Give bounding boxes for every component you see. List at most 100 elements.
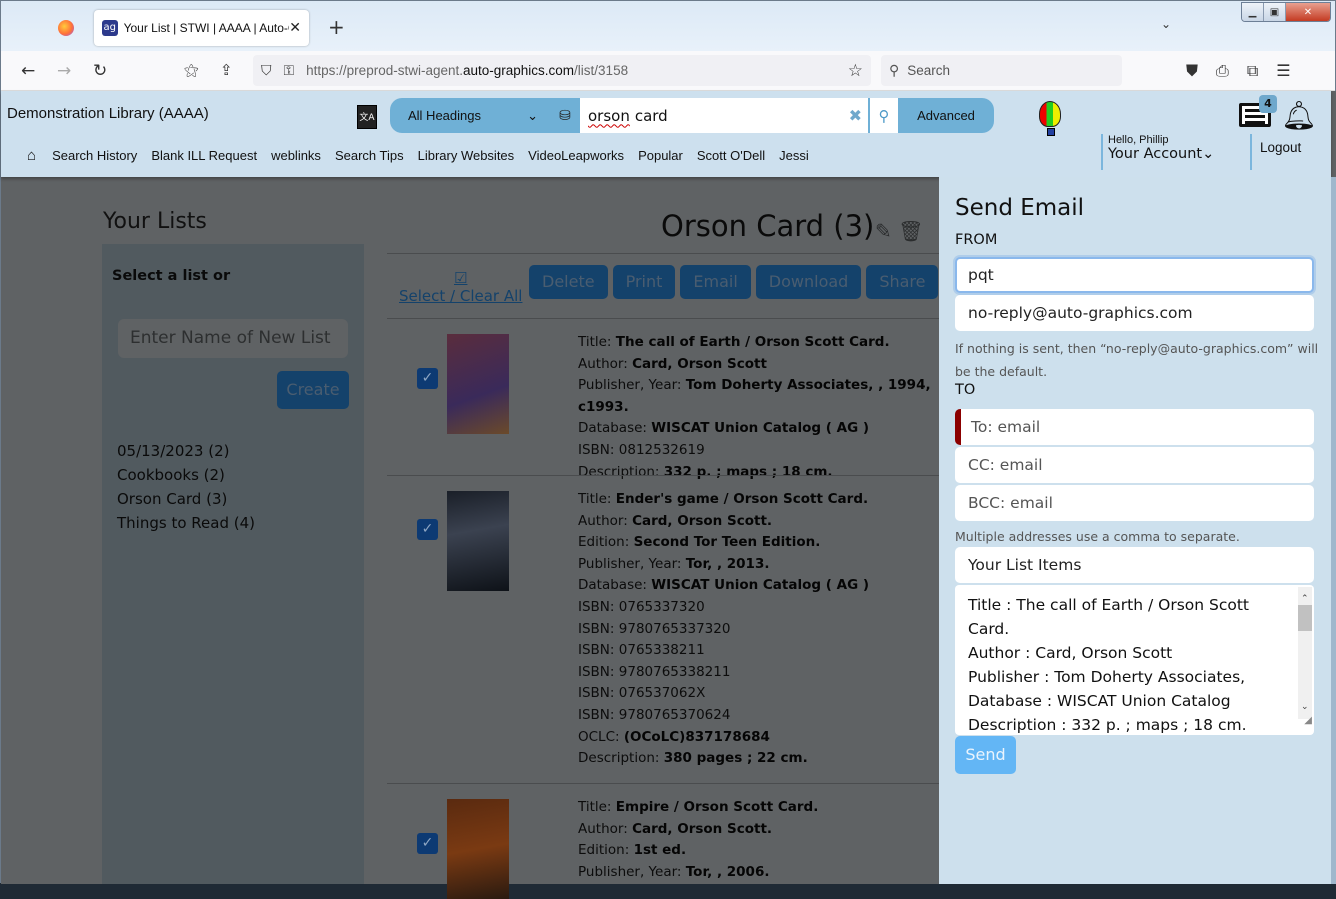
email-panel-title: Send Email	[955, 195, 1085, 221]
nav-link[interactable]: Search Tips	[335, 148, 404, 163]
nav-link[interactable]: Jessi	[779, 148, 809, 163]
extensions-icon[interactable]: ⧉	[1247, 61, 1258, 81]
delete-button[interactable]: Delete	[529, 265, 608, 299]
balloon-logo-icon[interactable]	[1039, 101, 1061, 136]
email-button[interactable]: Email	[680, 265, 751, 299]
cc-email-input[interactable]: CC: email	[955, 447, 1314, 483]
textarea-scrollbar[interactable]: ⌃ ⌄	[1298, 587, 1312, 719]
logout-link[interactable]: Logout	[1250, 134, 1301, 170]
print-button[interactable]: Print	[612, 265, 676, 299]
record-field: Database: WISCAT Union Catalog ( AG )	[578, 420, 870, 437]
new-list-name-input[interactable]: Enter Name of New List	[118, 319, 348, 358]
bell-icon[interactable]: 🔔︎	[1281, 99, 1317, 132]
back-button[interactable]: ←	[21, 61, 35, 81]
record-field: Title: Ender's game / Orson Scott Card.	[578, 491, 869, 507]
subject-input[interactable]: Your List Items	[955, 547, 1314, 583]
account-menu[interactable]: Hello, Phillip Your Account⌄	[1101, 134, 1214, 170]
record-checkbox[interactable]: ✓	[417, 833, 438, 854]
forward-button[interactable]: →	[57, 61, 71, 81]
nav-link[interactable]: Search History	[52, 148, 137, 163]
list-title: Orson Card (3)	[661, 209, 875, 243]
toolbar-icons: ⛊ ⎙ ⧉ ☰	[1186, 61, 1291, 81]
nav-link[interactable]: Popular	[638, 148, 683, 163]
new-tab-button[interactable]: +	[328, 15, 345, 39]
tab-strip: ag Your List | STWI | AAAA | Auto-Graphi…	[1, 1, 1335, 51]
divider	[387, 253, 947, 254]
resize-handle-icon[interactable]: ◢	[1304, 709, 1312, 733]
record-field: Database: WISCAT Union Catalog ( AG )	[578, 577, 870, 594]
share-page-icon[interactable]: ⇪	[220, 61, 233, 79]
star-icon[interactable]: ☆	[848, 61, 863, 81]
record-field: ISBN: 9780765370624	[578, 706, 731, 723]
bcc-email-input[interactable]: BCC: email	[955, 485, 1314, 521]
to-label: TO	[955, 382, 976, 398]
shield-icon[interactable]: ⛉	[261, 63, 272, 79]
trash-icon[interactable]: 🗑︎	[898, 219, 923, 243]
record-field: ISBN: 0765337320	[578, 598, 705, 615]
advanced-search-button[interactable]: Advanced	[898, 108, 994, 123]
url-text[interactable]: https://preprod-stwi-agent.auto-graphics…	[306, 63, 628, 78]
list-item[interactable]: Things to Read (4)	[117, 511, 255, 535]
clear-search-icon[interactable]: ✖	[849, 106, 862, 125]
divider	[387, 783, 947, 784]
close-window-button[interactable]: ✕	[1286, 3, 1330, 21]
database-icon[interactable]: ⛁	[550, 108, 580, 124]
edit-icon[interactable]: ✎	[875, 219, 892, 243]
to-email-input[interactable]: To: email	[955, 409, 1314, 445]
lock-icon[interactable]: ⚿	[284, 63, 295, 79]
maximize-button[interactable]: ▣	[1264, 3, 1286, 21]
list-count-badge: 4	[1259, 95, 1277, 113]
record-checkbox[interactable]: ✓	[417, 368, 438, 389]
book-cover-image[interactable]	[447, 491, 509, 591]
send-button[interactable]: Send	[955, 736, 1016, 774]
list-item[interactable]: 05/13/2023 (2)	[117, 439, 255, 463]
menu-icon[interactable]: ☰	[1276, 61, 1290, 81]
from-name-input[interactable]: pqt	[955, 257, 1314, 293]
share-button[interactable]: Share	[866, 265, 939, 299]
reload-button[interactable]: ↻	[93, 61, 107, 81]
create-list-button[interactable]: Create	[277, 371, 349, 409]
tab-your-list[interactable]: ag Your List | STWI | AAAA | Auto-Graphi…	[94, 10, 309, 46]
book-cover-image[interactable]	[447, 799, 509, 899]
nav-link[interactable]: Scott O'Dell	[697, 148, 765, 163]
from-hint: If nothing is sent, then “no-reply@auto-…	[955, 341, 1319, 379]
nav-link[interactable]: VideoLeapworks	[528, 148, 624, 163]
your-account-dropdown[interactable]: Your Account⌄	[1108, 146, 1214, 162]
chevron-down-icon: ⌄	[527, 107, 538, 123]
nav-link[interactable]: Library Websites	[418, 148, 515, 163]
divider	[387, 475, 947, 476]
message-body-textarea[interactable]: Title : The call of Earth / Orson Scott …	[955, 585, 1314, 735]
close-tab-icon[interactable]: ✕	[289, 20, 301, 36]
address-bar[interactable]: ⛉ ⚿ https://preprod-stwi-agent.auto-grap…	[253, 55, 871, 86]
bookmark-page-icon[interactable]: ⚝	[184, 61, 199, 79]
language-icon[interactable]: 文A	[357, 105, 377, 129]
list-item[interactable]: Cookbooks (2)	[117, 463, 255, 487]
record-checkbox[interactable]: ✓	[417, 519, 438, 540]
record-field: Author: Card, Orson Scott.	[578, 512, 773, 529]
tab-title: Your List | STWI | AAAA | Auto-Graphics	[123, 21, 290, 35]
download-button[interactable]: Download	[755, 265, 862, 299]
nav-link[interactable]: Blank ILL Request	[151, 148, 257, 163]
search-scope-select[interactable]: All Headings ⌄	[390, 108, 550, 124]
panel-scrollbar[interactable]	[1331, 177, 1336, 884]
book-cover-image[interactable]	[447, 334, 509, 434]
list-actions: Delete Print Email Download Share M	[529, 265, 986, 299]
home-icon[interactable]: ⌂	[27, 147, 36, 164]
saved-lists: 05/13/2023 (2) Cookbooks (2) Orson Card …	[117, 439, 255, 535]
select-clear-all-link[interactable]: ☑ Select / Clear All	[399, 269, 522, 305]
search-button[interactable]: ⚲	[868, 98, 898, 133]
site-favicon-icon: ag	[102, 20, 118, 36]
record-field: Edition: Second Tor Teen Edition.	[578, 534, 821, 551]
list-tabs-chevron-icon[interactable]: ⌄	[1161, 17, 1171, 31]
minimize-button[interactable]: ▁	[1242, 3, 1264, 21]
search-input[interactable]: orson card ✖	[580, 98, 868, 133]
lists-panel: Select a list or Enter Name of New List …	[102, 244, 364, 884]
pocket-icon[interactable]: ⛊	[1186, 61, 1198, 81]
list-item[interactable]: Orson Card (3)	[117, 487, 255, 511]
nav-link[interactable]: weblinks	[271, 148, 321, 163]
window-controls: ▁ ▣ ✕	[1241, 2, 1331, 22]
print-icon[interactable]: ⎙	[1216, 61, 1229, 81]
from-email-input[interactable]: no-reply@auto-graphics.com	[955, 295, 1314, 331]
browser-search-input[interactable]: ⚲ Search	[881, 55, 1122, 86]
record-field: ISBN: 0765338211	[578, 642, 705, 659]
